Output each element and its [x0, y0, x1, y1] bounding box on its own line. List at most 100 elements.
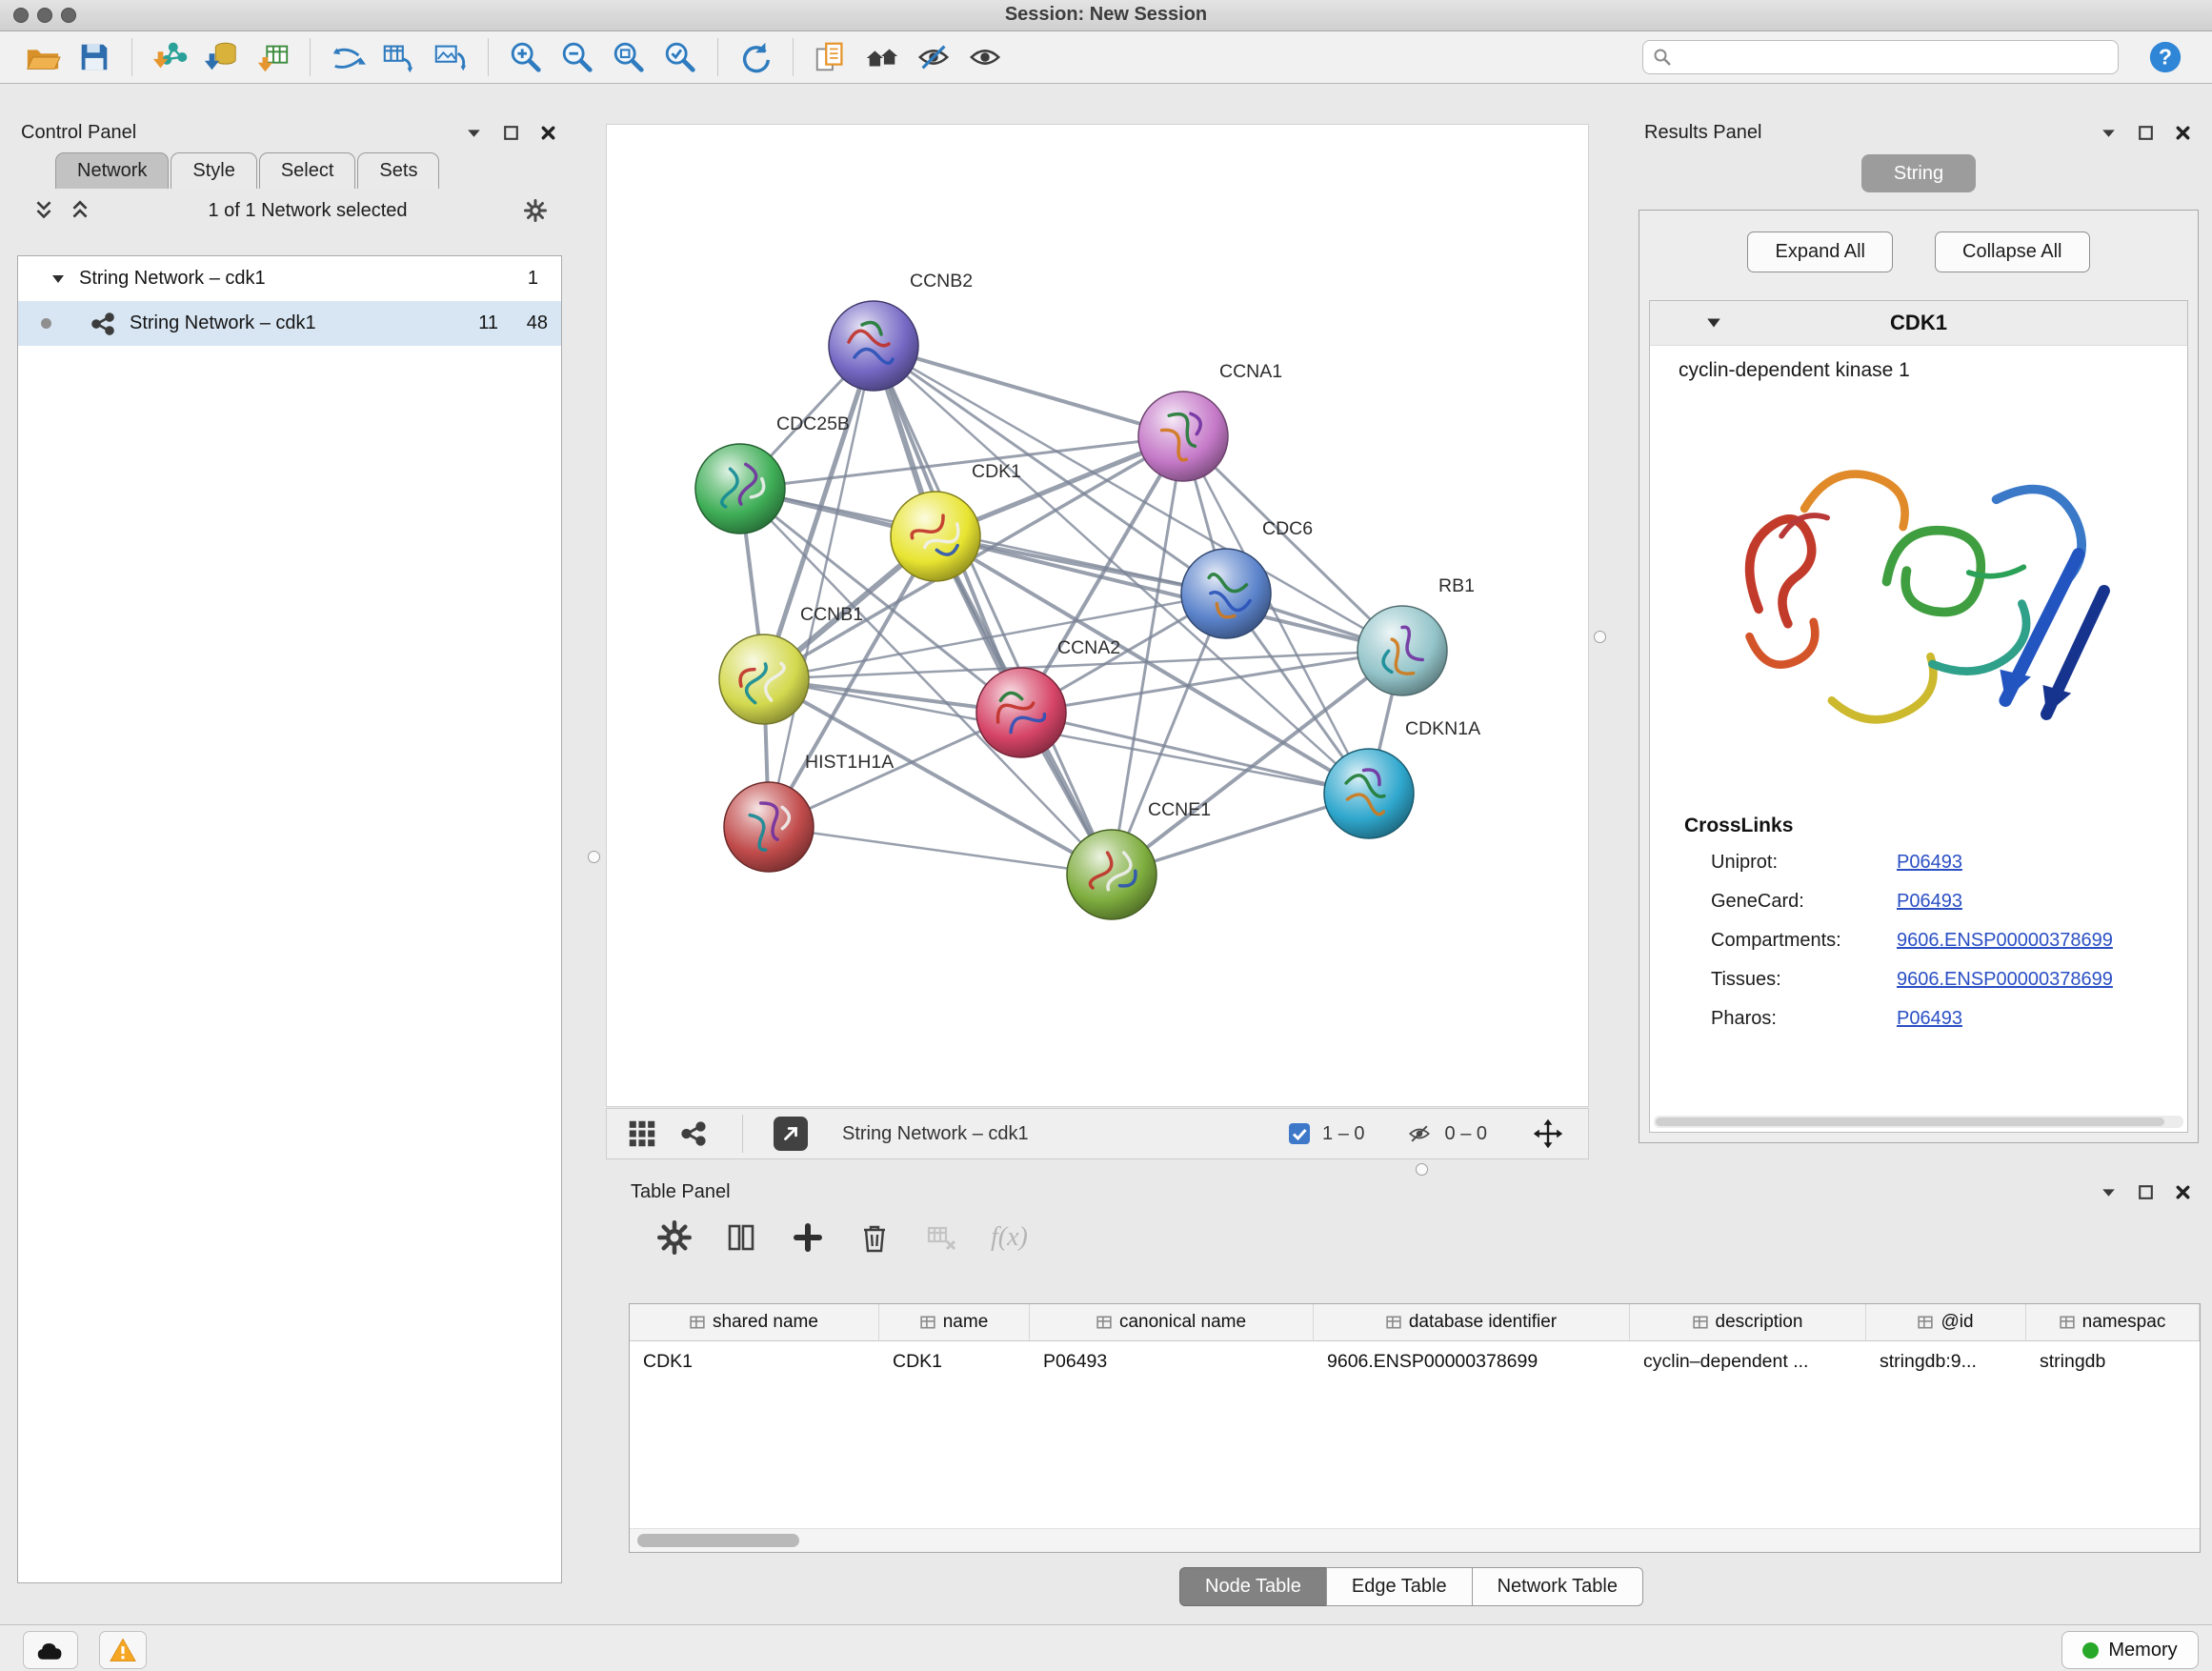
home-button[interactable] [856, 35, 908, 79]
pan-tool-button[interactable] [1533, 1118, 1563, 1149]
expand-all-button[interactable]: Expand All [1747, 232, 1893, 272]
zoom-selected-icon [662, 39, 698, 75]
tab-sets[interactable]: Sets [357, 152, 439, 189]
zoom-out-button[interactable] [552, 35, 603, 79]
network-from-table-button[interactable] [373, 35, 425, 79]
float-panel-icon[interactable] [2136, 1182, 2156, 1202]
table-options-gear-icon[interactable] [657, 1220, 692, 1255]
tab-node-table[interactable]: Node Table [1179, 1567, 1327, 1606]
splitter-handle[interactable] [1416, 1163, 1428, 1176]
show-all-button[interactable] [959, 35, 1011, 79]
column-header[interactable]: shared name [630, 1304, 879, 1340]
open-session-button[interactable] [17, 35, 69, 79]
scrollbar-thumb[interactable] [637, 1534, 799, 1547]
tab-network[interactable]: Network [55, 152, 169, 189]
crosslink-value-link[interactable]: 9606.ENSP00000378699 [1897, 969, 2113, 991]
network-edge[interactable] [874, 346, 1112, 875]
crosslink-value-link[interactable]: 9606.ENSP00000378699 [1897, 930, 2113, 952]
export-image-button[interactable] [425, 35, 476, 79]
close-panel-icon[interactable] [2173, 123, 2193, 143]
network-edge[interactable] [1021, 713, 1369, 794]
tab-edge-table[interactable]: Edge Table [1326, 1567, 1473, 1606]
selected-checkbox-icon[interactable] [1288, 1122, 1311, 1145]
open-in-new-window-button[interactable] [774, 1117, 808, 1151]
float-panel-icon[interactable] [2136, 123, 2156, 143]
network-edge[interactable] [764, 346, 874, 679]
column-header[interactable]: namespac [2026, 1304, 2200, 1340]
collapse-all-button[interactable]: Collapse All [1935, 232, 2090, 272]
table-horizontal-scrollbar[interactable] [630, 1528, 2200, 1552]
warning-icon [109, 1637, 137, 1663]
toolbar-search-box[interactable] [1642, 40, 2119, 74]
gene-collapse-caret-icon[interactable] [1705, 314, 1722, 332]
close-panel-icon[interactable] [538, 123, 558, 143]
crosslink-value-link[interactable]: P06493 [1897, 891, 1962, 913]
splitter-handle[interactable] [588, 851, 600, 863]
network-collection-row[interactable]: String Network – cdk1 1 [18, 256, 561, 301]
close-panel-icon[interactable] [2173, 1182, 2193, 1202]
collapse-panel-icon[interactable] [464, 123, 484, 143]
network-node-CDK1[interactable] [891, 492, 980, 581]
network-node-CCNB2[interactable] [829, 301, 918, 391]
show-columns-icon[interactable] [724, 1220, 758, 1255]
hidden-eye-slash-icon[interactable] [1405, 1121, 1434, 1146]
tab-network-table[interactable]: Network Table [1472, 1567, 1643, 1606]
expand-all-chevrons-icon[interactable] [32, 199, 55, 222]
grid-view-button[interactable] [628, 1119, 656, 1148]
gear-icon[interactable] [524, 199, 547, 222]
collapse-panel-icon[interactable] [2099, 123, 2119, 143]
network-node-RB1[interactable] [1357, 606, 1447, 695]
tree-expand-caret-icon[interactable] [50, 272, 66, 287]
merge-networks-button[interactable] [322, 35, 373, 79]
add-column-icon[interactable] [791, 1220, 825, 1255]
column-header[interactable]: name [879, 1304, 1030, 1340]
column-header[interactable]: database identifier [1314, 1304, 1630, 1340]
results-horizontal-scrollbar[interactable] [1654, 1116, 2183, 1128]
network-canvas[interactable]: CCNB2CCNA1CDC25BCDK1CDC6RB1CCNB1CCNA2CDK… [606, 124, 1589, 1107]
collapse-panel-icon[interactable] [2099, 1182, 2119, 1202]
tab-select[interactable]: Select [259, 152, 356, 189]
copy-document-button[interactable] [805, 35, 856, 79]
network-edge[interactable] [874, 346, 1183, 436]
search-input[interactable] [1679, 46, 2108, 69]
column-header[interactable]: canonical name [1030, 1304, 1314, 1340]
zoom-fit-button[interactable] [603, 35, 654, 79]
birdseye-view-button[interactable] [679, 1119, 708, 1148]
import-database-button[interactable] [195, 35, 247, 79]
splitter-handle[interactable] [1594, 631, 1606, 643]
column-header[interactable]: @id [1866, 1304, 2026, 1340]
import-table-button[interactable] [247, 35, 298, 79]
delete-column-icon[interactable] [857, 1220, 892, 1255]
warnings-button[interactable] [99, 1631, 147, 1669]
gene-header[interactable]: CDK1 [1650, 301, 2187, 346]
help-button[interactable]: ? [2140, 35, 2191, 79]
tab-string[interactable]: String [1861, 154, 1976, 192]
import-network-button[interactable] [144, 35, 195, 79]
network-node-CCNA1[interactable] [1138, 392, 1228, 481]
save-session-button[interactable] [69, 35, 120, 79]
collapse-all-chevrons-icon[interactable] [69, 199, 91, 222]
float-panel-icon[interactable] [501, 123, 521, 143]
zoom-in-button[interactable] [500, 35, 552, 79]
zoom-selected-button[interactable] [654, 35, 706, 79]
crosslink-value-link[interactable]: P06493 [1897, 1008, 1962, 1030]
network-node-CDC25B[interactable] [695, 444, 785, 534]
memory-button[interactable]: Memory [2061, 1631, 2199, 1669]
tab-style[interactable]: Style [171, 152, 256, 189]
refresh-button[interactable] [730, 35, 781, 79]
cloud-status-button[interactable] [23, 1631, 78, 1669]
network-graph[interactable]: CCNB2CCNA1CDC25BCDK1CDC6RB1CCNB1CCNA2CDK… [607, 125, 1588, 1106]
column-header[interactable]: description [1630, 1304, 1866, 1340]
network-edge[interactable] [769, 827, 1112, 875]
network-node-HIST1H1A[interactable] [724, 782, 814, 872]
network-view-toolbar: String Network – cdk1 1 – 0 0 – 0 [606, 1108, 1589, 1159]
hide-selected-button[interactable] [908, 35, 959, 79]
network-node-CCNA2[interactable] [976, 668, 1066, 757]
network-node-CDC6[interactable] [1181, 549, 1271, 638]
crosslink-value-link[interactable]: P06493 [1897, 852, 1962, 874]
network-node-CCNE1[interactable] [1067, 830, 1156, 919]
network-node-CCNB1[interactable] [719, 634, 809, 724]
table-row[interactable]: CDK1CDK1P064939606.ENSP00000378699cyclin… [630, 1341, 2200, 1381]
network-row-selected[interactable]: String Network – cdk1 11 48 [18, 301, 561, 346]
network-node-CDKN1A[interactable] [1324, 749, 1414, 838]
